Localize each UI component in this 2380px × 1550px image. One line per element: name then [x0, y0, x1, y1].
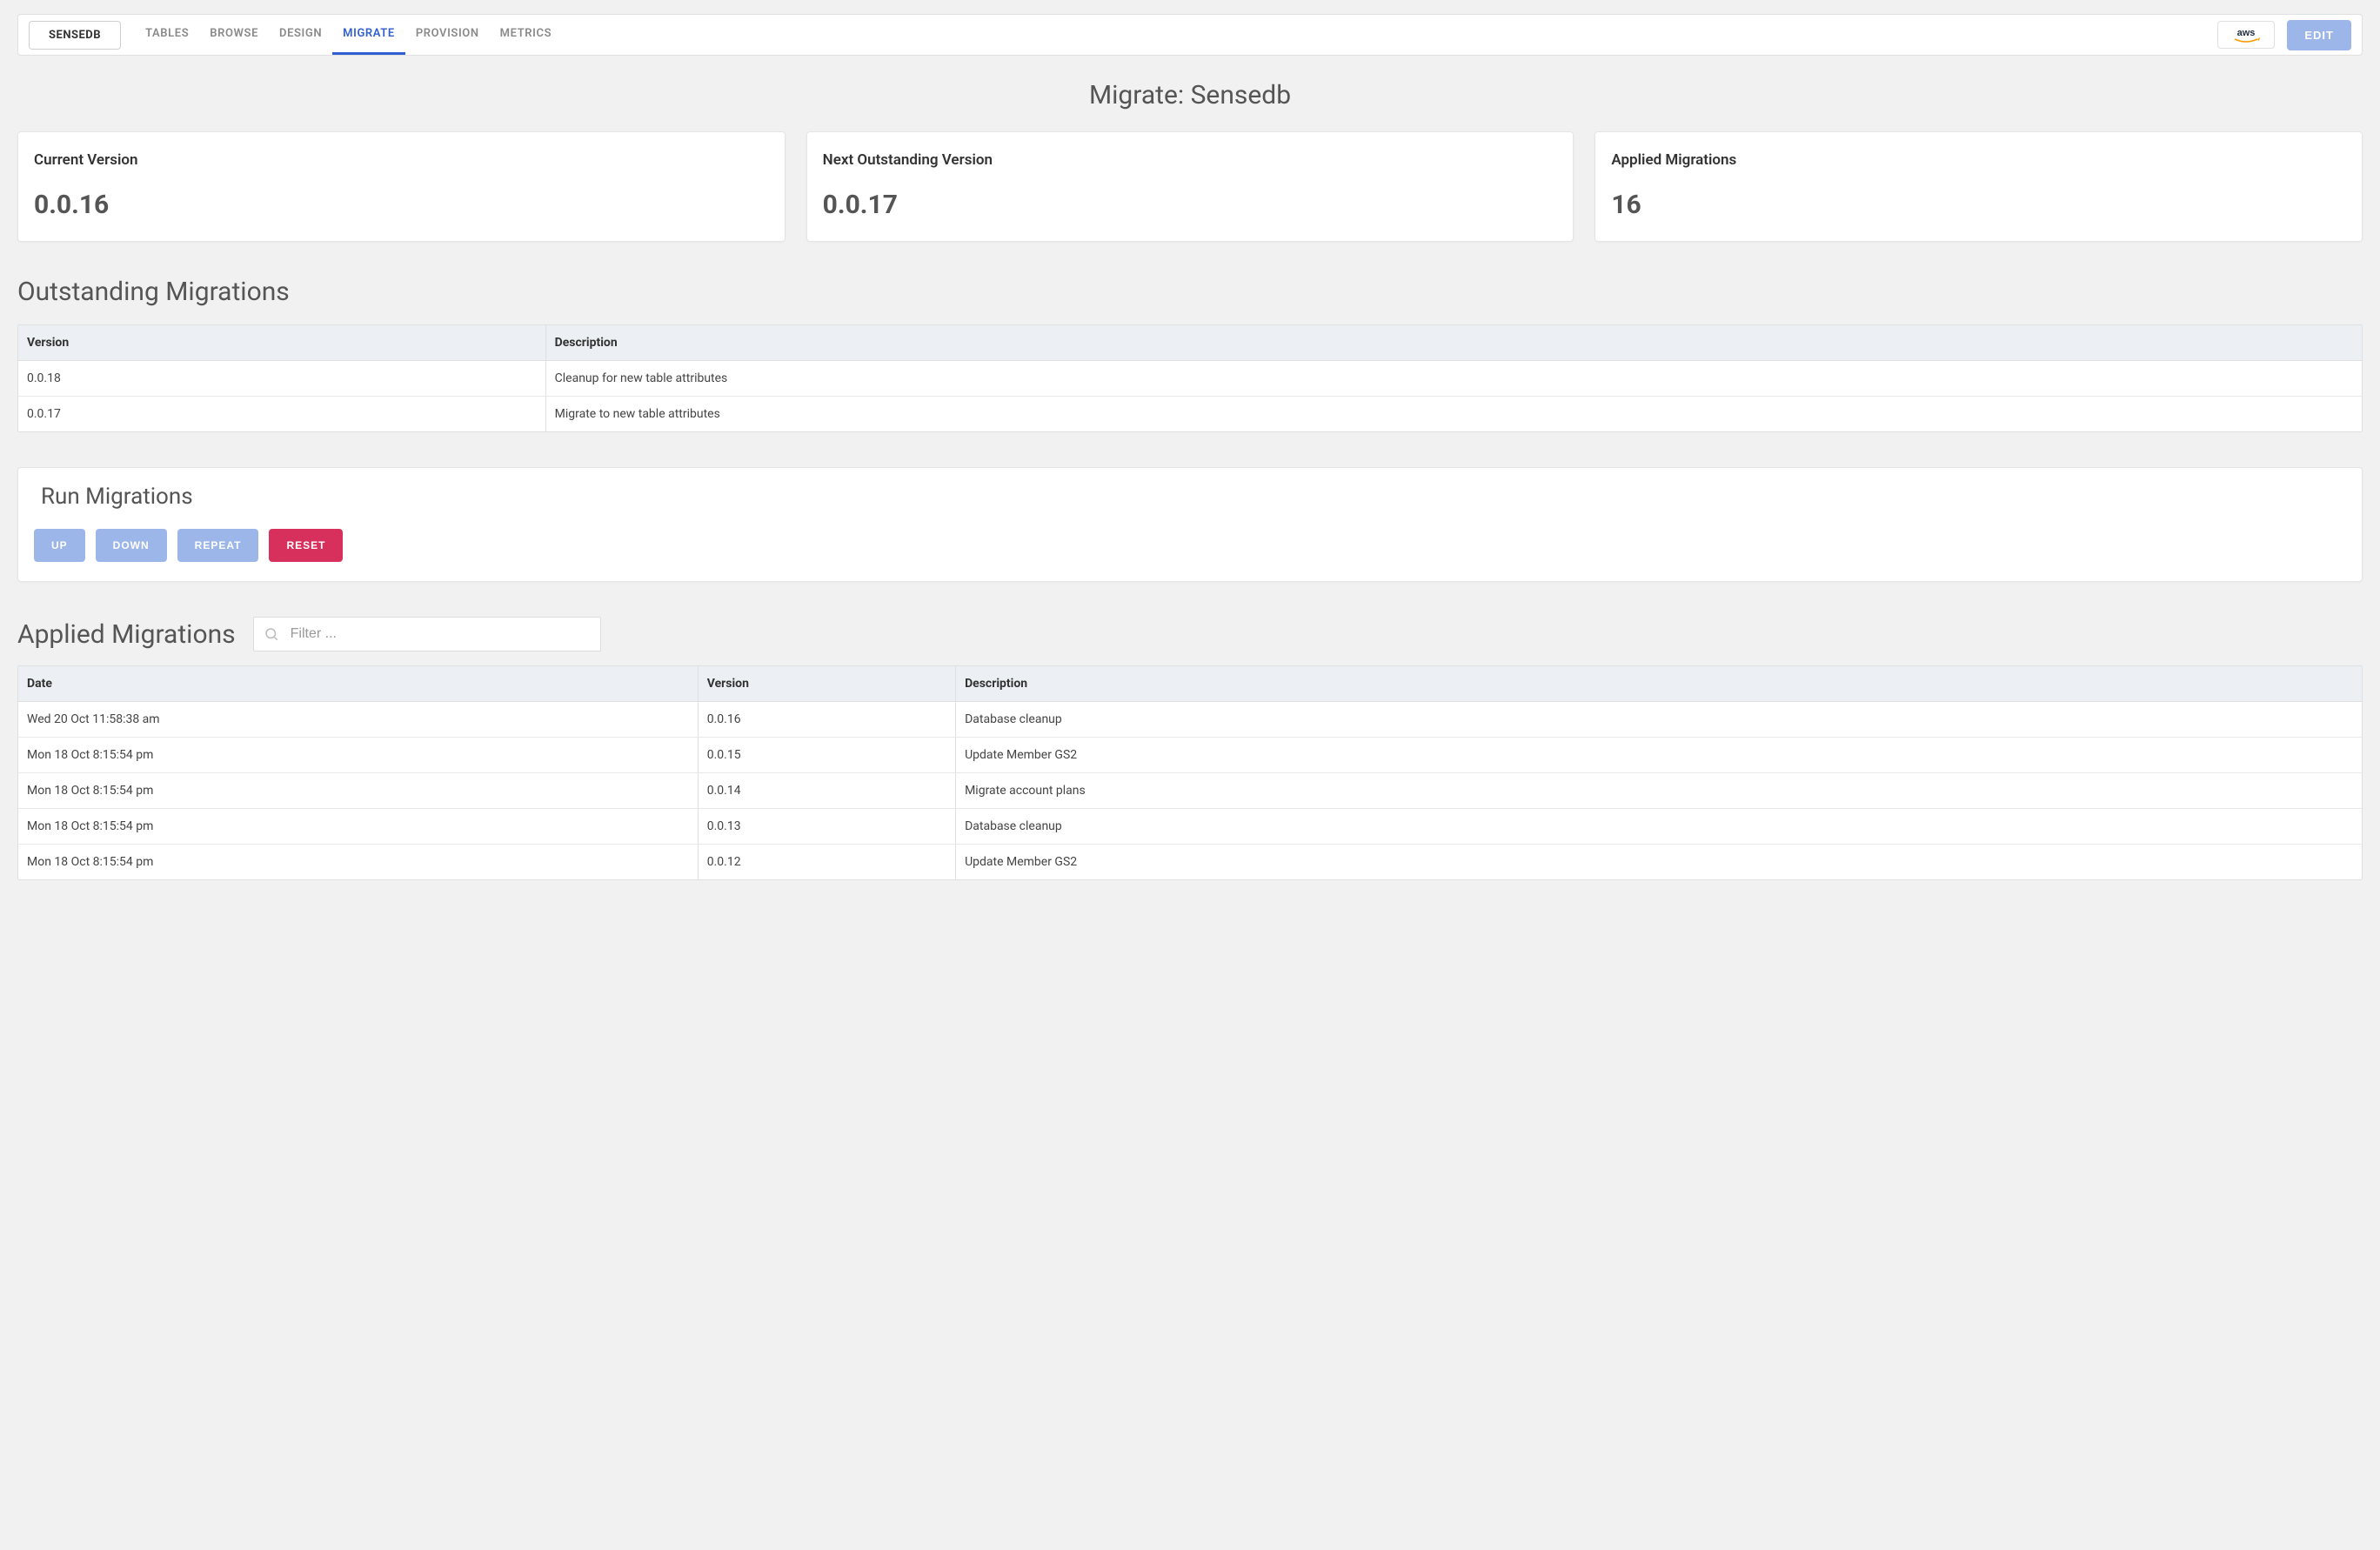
table-row[interactable]: Mon 18 Oct 8:15:54 pm0.0.14Migrate accou…: [18, 773, 2362, 809]
filter-input[interactable]: [253, 617, 601, 651]
cell-description: Database cleanup: [956, 702, 2362, 738]
nav-provision[interactable]: PROVISION: [405, 15, 490, 55]
aws-provider-badge[interactable]: aws: [2217, 21, 2275, 49]
cell-version: 0.0.18: [18, 361, 545, 397]
cell-description: Database cleanup: [956, 809, 2362, 845]
cell-description: Update Member GS2: [956, 738, 2362, 773]
cell-date: Mon 18 Oct 8:15:54 pm: [18, 845, 698, 880]
outstanding-migrations-table: Version Description 0.0.18Cleanup for ne…: [17, 324, 2363, 432]
cell-date: Mon 18 Oct 8:15:54 pm: [18, 773, 698, 809]
page-title: Migrate: Sensedb: [0, 80, 2380, 110]
edit-button[interactable]: EDIT: [2287, 20, 2351, 50]
svg-text:aws: aws: [2237, 28, 2256, 38]
cell-version: 0.0.15: [698, 738, 955, 773]
nav-browse[interactable]: BROWSE: [199, 15, 269, 55]
card-label: Current Version: [34, 151, 769, 169]
table-row[interactable]: Mon 18 Oct 8:15:54 pm0.0.12Update Member…: [18, 845, 2362, 880]
main-nav: TABLES BROWSE DESIGN MIGRATE PROVISION M…: [135, 15, 562, 55]
summary-cards: Current Version 0.0.16 Next Outstanding …: [17, 131, 2363, 242]
cell-version: 0.0.17: [18, 397, 545, 432]
aws-logo-icon: aws: [2230, 25, 2262, 44]
cell-date: Wed 20 Oct 11:58:38 am: [18, 702, 698, 738]
table-row[interactable]: 0.0.17Migrate to new table attributes: [18, 397, 2362, 432]
applied-migrations-header: Applied Migrations: [17, 617, 2363, 651]
col-header-description[interactable]: Description: [545, 325, 2362, 361]
cell-version: 0.0.16: [698, 702, 955, 738]
card-current-version: Current Version 0.0.16: [17, 131, 786, 242]
card-applied-count: Applied Migrations 16: [1594, 131, 2363, 242]
nav-migrate[interactable]: MIGRATE: [332, 15, 405, 55]
col-header-description[interactable]: Description: [956, 666, 2362, 702]
table-row[interactable]: Mon 18 Oct 8:15:54 pm0.0.15Update Member…: [18, 738, 2362, 773]
nav-tables[interactable]: TABLES: [135, 15, 199, 55]
filter-wrap: [253, 617, 601, 651]
cell-description: Update Member GS2: [956, 845, 2362, 880]
col-header-date[interactable]: Date: [18, 666, 698, 702]
cell-version: 0.0.14: [698, 773, 955, 809]
repeat-button[interactable]: REPEAT: [177, 529, 259, 562]
search-icon: [264, 626, 279, 642]
nav-design[interactable]: DESIGN: [269, 15, 332, 55]
card-label: Applied Migrations: [1611, 151, 2346, 169]
col-header-version[interactable]: Version: [18, 325, 545, 361]
card-value: 16: [1611, 190, 2346, 220]
applied-migrations-heading: Applied Migrations: [17, 619, 236, 650]
table-row[interactable]: 0.0.18Cleanup for new table attributes: [18, 361, 2362, 397]
cell-description: Migrate account plans: [956, 773, 2362, 809]
run-migrations-panel: Run Migrations UP DOWN REPEAT RESET: [17, 467, 2363, 582]
card-value: 0.0.16: [34, 190, 769, 220]
cell-description: Migrate to new table attributes: [545, 397, 2362, 432]
up-button[interactable]: UP: [34, 529, 85, 562]
cell-date: Mon 18 Oct 8:15:54 pm: [18, 809, 698, 845]
cell-date: Mon 18 Oct 8:15:54 pm: [18, 738, 698, 773]
down-button[interactable]: DOWN: [96, 529, 167, 562]
run-migrations-heading: Run Migrations: [41, 484, 2346, 510]
card-value: 0.0.17: [823, 190, 1558, 220]
reset-button[interactable]: RESET: [269, 529, 343, 562]
top-nav-bar: SENSEDB TABLES BROWSE DESIGN MIGRATE PRO…: [17, 14, 2363, 56]
table-row[interactable]: Wed 20 Oct 11:58:38 am0.0.16Database cle…: [18, 702, 2362, 738]
run-buttons-row: UP DOWN REPEAT RESET: [34, 529, 2346, 562]
table-row[interactable]: Mon 18 Oct 8:15:54 pm0.0.13Database clea…: [18, 809, 2362, 845]
card-label: Next Outstanding Version: [823, 151, 1558, 169]
card-next-outstanding: Next Outstanding Version 0.0.17: [806, 131, 1574, 242]
cell-description: Cleanup for new table attributes: [545, 361, 2362, 397]
cell-version: 0.0.13: [698, 809, 955, 845]
cell-version: 0.0.12: [698, 845, 955, 880]
applied-migrations-table: Date Version Description Wed 20 Oct 11:5…: [17, 665, 2363, 880]
outstanding-migrations-heading: Outstanding Migrations: [17, 277, 2363, 307]
database-name-badge[interactable]: SENSEDB: [29, 21, 121, 50]
col-header-version[interactable]: Version: [698, 666, 955, 702]
nav-metrics[interactable]: METRICS: [490, 15, 562, 55]
